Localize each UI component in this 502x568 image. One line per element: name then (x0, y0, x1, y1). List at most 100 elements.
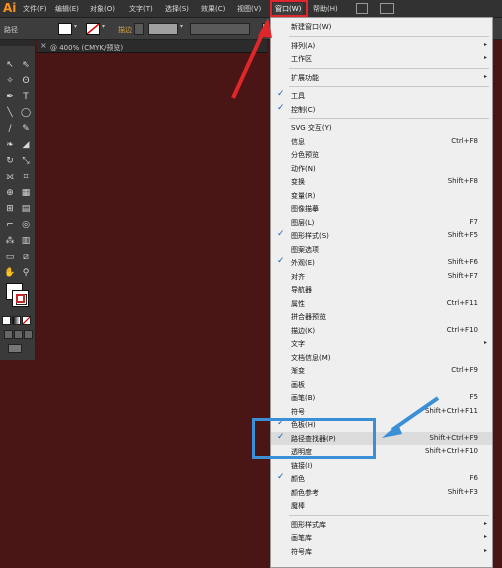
window-menu-item[interactable]: 扩展功能 ▸ (271, 71, 492, 85)
eyedropper-tool-icon[interactable]: ⌐ (3, 219, 17, 232)
slice-tool-icon[interactable]: ⧄ (19, 251, 33, 264)
menu-file[interactable]: 文件(F) (23, 4, 47, 14)
window-menu-item[interactable]: 画笔(B) F5 (271, 391, 492, 405)
window-menu-item[interactable]: 画板 (271, 378, 492, 392)
rotate-tool-icon[interactable]: ↻ (3, 155, 17, 168)
zoom-tool-icon[interactable]: ⚲ (19, 267, 33, 280)
menu-view[interactable]: 视图(V) (237, 4, 261, 14)
window-menu-item[interactable]: 图形样式库 ▸ (271, 518, 492, 532)
close-icon[interactable]: × (40, 41, 47, 50)
stroke-label[interactable]: 描边 (118, 25, 132, 35)
free-transform-tool-icon[interactable]: ⌗ (19, 171, 33, 184)
screen-mode-icon[interactable] (8, 344, 22, 353)
window-menu-item[interactable]: 信息 Ctrl+F8 (271, 135, 492, 149)
width-tool-icon[interactable]: ⟗ (3, 171, 17, 184)
draw-inside-icon[interactable] (24, 330, 33, 339)
none-mode-icon[interactable] (22, 316, 31, 325)
brush-definition[interactable] (262, 23, 268, 35)
window-menu-item[interactable]: 对齐 Shift+F7 (271, 270, 492, 284)
window-menu-item[interactable]: 新建窗口(W) (271, 20, 492, 34)
window-menu-item-label: 画笔(B) (291, 394, 316, 402)
artboard-tool-icon[interactable]: ▭ (3, 251, 17, 264)
paintbrush-tool-icon[interactable]: ∕ (3, 123, 17, 136)
window-menu-item[interactable]: 拼合器预览 (271, 310, 492, 324)
window-menu-item[interactable]: 魔棒 (271, 499, 492, 513)
magic-wand-tool-icon[interactable]: ✧ (3, 75, 17, 88)
symbol-sprayer-tool-icon[interactable]: ⁂ (3, 235, 17, 248)
column-graph-tool-icon[interactable]: ▥ (19, 235, 33, 248)
window-menu-item[interactable]: 动作(N) (271, 162, 492, 176)
window-menu-item[interactable]: 导航器 (271, 283, 492, 297)
pencil-tool-icon[interactable]: ✎ (19, 123, 33, 136)
window-menu-item[interactable]: 文字 ▸ (271, 337, 492, 351)
fill-dropdown-icon[interactable]: ▾ (74, 23, 82, 35)
stroke-weight-field[interactable] (148, 23, 178, 35)
stroke-weight-dropdown-icon[interactable]: ▾ (180, 23, 188, 35)
color-mode-icon[interactable] (2, 316, 11, 325)
stroke-color-box[interactable] (12, 290, 29, 307)
gradient-mode-icon[interactable] (12, 316, 21, 325)
tools-panel-grip[interactable] (0, 40, 36, 46)
draw-behind-icon[interactable] (14, 330, 23, 339)
perspective-grid-tool-icon[interactable]: ▦ (19, 187, 33, 200)
type-tool-icon[interactable]: T (19, 91, 33, 104)
menu-effect[interactable]: 效果(C) (201, 4, 225, 14)
window-menu-item[interactable]: 颜色参考 Shift+F3 (271, 486, 492, 500)
mesh-tool-icon[interactable]: ⊞ (3, 203, 17, 216)
menu-select[interactable]: 选择(S) (165, 4, 189, 14)
window-menu-item-label: 属性 (291, 299, 305, 308)
ellipse-tool-icon[interactable]: ◯ (19, 107, 33, 120)
window-menu-item[interactable]: 渐变 Ctrl+F9 (271, 364, 492, 378)
window-menu-item[interactable]: 符号库 ▸ (271, 545, 492, 559)
menu-help[interactable]: 帮助(H) (313, 4, 338, 14)
menu-object[interactable]: 对象(O) (90, 4, 115, 14)
window-menu-item[interactable]: 符号 Shift+Ctrl+F11 (271, 405, 492, 419)
window-menu-item[interactable]: ✓ 颜色 F6 (271, 472, 492, 486)
bridge-icon[interactable] (356, 3, 368, 14)
direct-selection-tool-icon[interactable]: ⇖ (19, 59, 33, 72)
window-menu-item[interactable]: ✓ 工具 (271, 89, 492, 103)
lasso-tool-icon[interactable]: ʘ (19, 75, 33, 88)
window-menu-item[interactable]: ✓ 图形样式(S) Shift+F5 (271, 229, 492, 243)
line-tool-icon[interactable]: ╲ (3, 107, 17, 120)
shape-builder-tool-icon[interactable]: ⊕ (3, 187, 17, 200)
menu-type[interactable]: 文字(T) (129, 4, 153, 14)
window-menu-item[interactable]: 链接(I) (271, 459, 492, 473)
window-menu-item[interactable]: 排列(A) ▸ (271, 39, 492, 53)
blob-brush-tool-icon[interactable]: ❧ (3, 139, 17, 152)
arrange-documents-icon[interactable] (380, 3, 394, 14)
window-menu-item[interactable]: 变换 Shift+F8 (271, 175, 492, 189)
blend-tool-icon[interactable]: ◎ (19, 219, 33, 232)
window-menu-item[interactable]: 图层(L) F7 (271, 216, 492, 230)
stroke-dropdown-icon[interactable]: ▾ (102, 23, 110, 35)
window-menu-item[interactable]: 变量(R) (271, 189, 492, 203)
selection-tool-icon[interactable]: ↖ (3, 59, 17, 72)
gradient-tool-icon[interactable]: ▤ (19, 203, 33, 216)
window-menu-item[interactable]: 图案选项 (271, 243, 492, 257)
hand-tool-icon[interactable]: ✋ (3, 267, 17, 280)
window-menu-item-shortcut: Shift+F5 (447, 231, 478, 239)
document-tab[interactable]: × @ 400% (CMYK/预览) (37, 40, 267, 53)
window-menu-item[interactable]: SVG 交互(Y) (271, 121, 492, 135)
window-menu-item[interactable]: 工作区 ▸ (271, 52, 492, 66)
pen-tool-icon[interactable]: ✒ (3, 91, 17, 104)
check-icon: ✓ (277, 102, 285, 113)
window-menu-item[interactable]: 分色预览 (271, 148, 492, 162)
window-menu-item[interactable]: 文档信息(M) (271, 351, 492, 365)
stroke-weight-stepper[interactable] (134, 23, 144, 35)
window-menu-item[interactable]: ✓ 控制(C) (271, 103, 492, 117)
window-menu-item[interactable]: 属性 Ctrl+F11 (271, 297, 492, 311)
fill-swatch[interactable] (58, 23, 72, 35)
eraser-tool-icon[interactable]: ◢ (19, 139, 33, 152)
window-menu-item[interactable]: ✓ 外观(E) Shift+F6 (271, 256, 492, 270)
window-menu-item[interactable]: 图像描摹 (271, 202, 492, 216)
window-menu-item[interactable]: 描边(K) Ctrl+F10 (271, 324, 492, 338)
stroke-swatch[interactable] (86, 23, 100, 35)
scale-tool-icon[interactable]: ⤡ (19, 155, 33, 168)
window-menu-item[interactable]: 画笔库 ▸ (271, 531, 492, 545)
window-menu-item-label: 导航器 (291, 286, 312, 294)
variable-width-profile[interactable] (190, 23, 250, 35)
artboard-canvas[interactable] (37, 54, 269, 568)
menu-edit[interactable]: 编辑(E) (55, 4, 79, 14)
draw-normal-icon[interactable] (4, 330, 13, 339)
